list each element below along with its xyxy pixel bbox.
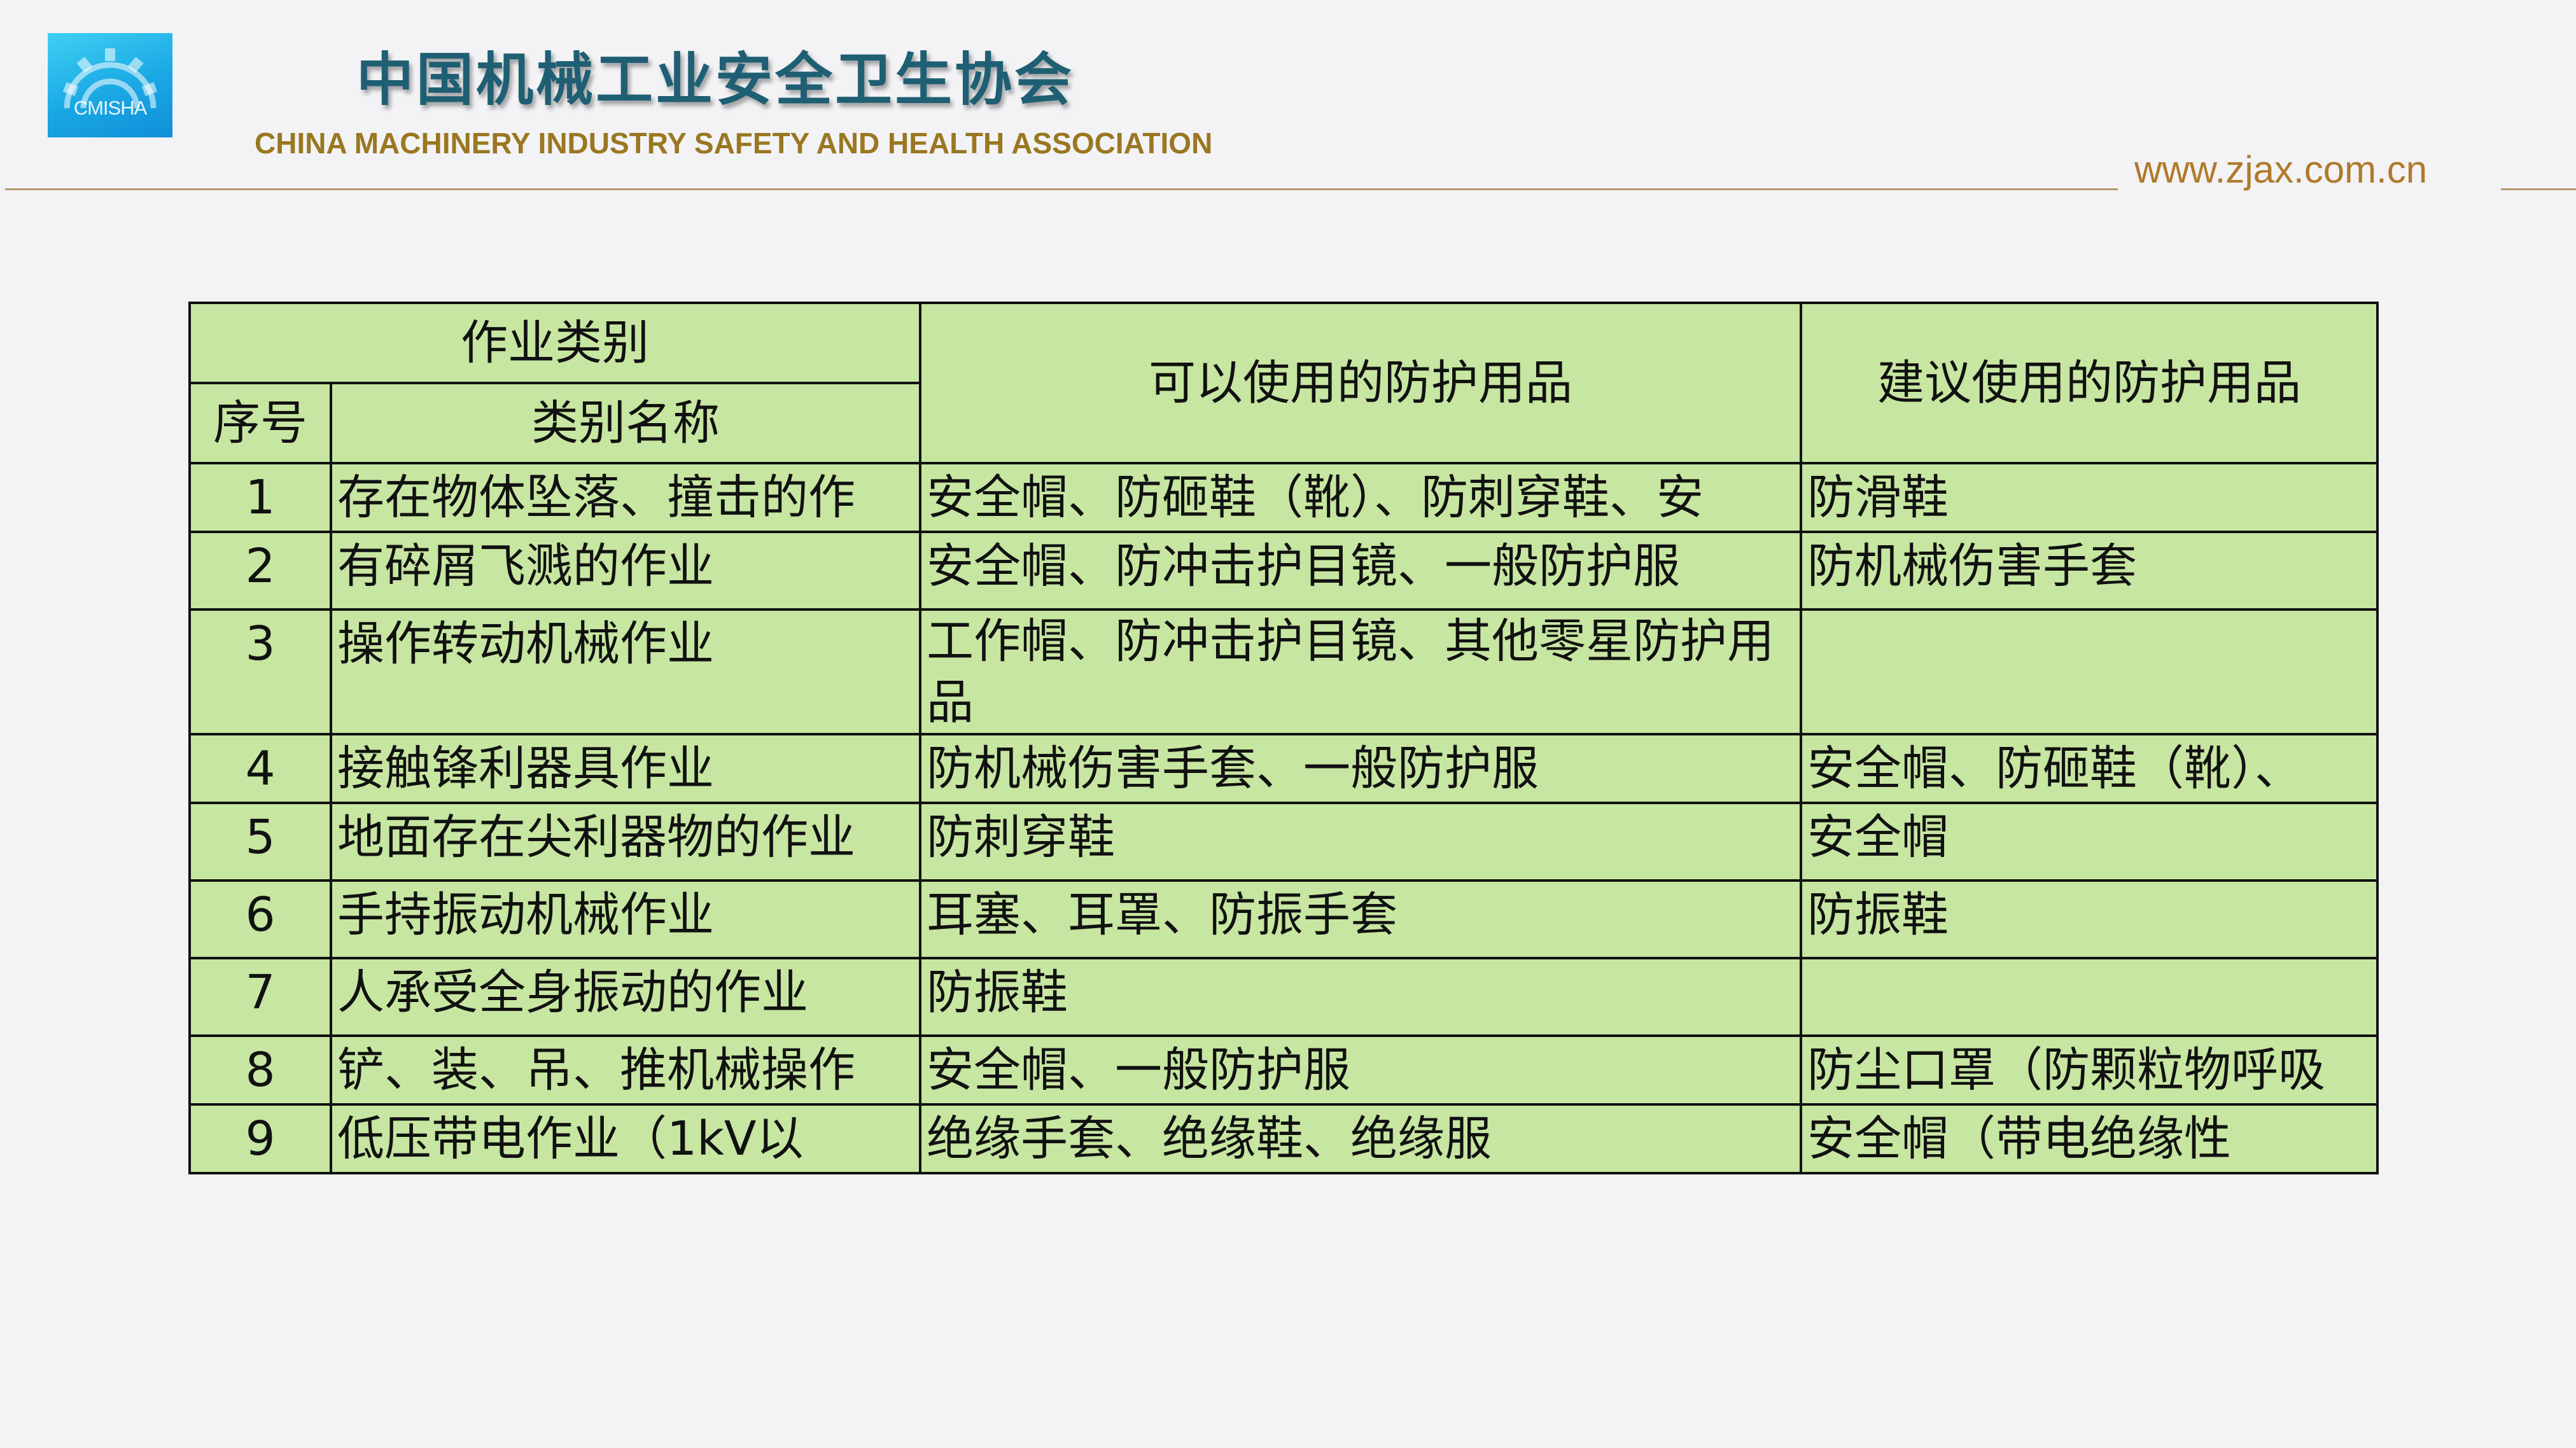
- row-number: 8: [188, 1034, 332, 1106]
- row-number: 9: [188, 1103, 332, 1174]
- row-category-name: 地面存在尖利器物的作业: [330, 802, 921, 882]
- row-category-name: 铲、装、吊、推机械操作: [330, 1034, 921, 1106]
- row-number: 3: [188, 608, 332, 735]
- row-suggested-ppe: 防振鞋: [1800, 879, 2379, 959]
- row-suggested-ppe: 安全帽: [1800, 802, 2379, 882]
- table-row: 9 低压带电作业（1kV以 绝缘手套、绝缘鞋、绝缘服 安全帽（带电绝缘性: [188, 1103, 2379, 1174]
- row-number: 1: [188, 462, 332, 533]
- ppe-table: 作业类别 可以使用的防护用品 建议使用的防护用品 序号 类别名称 1 存在物体坠…: [188, 302, 2379, 1174]
- association-title-chinese: 中国机械工业安全卫生协会: [356, 46, 1074, 113]
- row-suggested-ppe: 安全帽、防砸鞋（靴）、: [1800, 733, 2379, 804]
- row-number: 7: [188, 957, 332, 1037]
- header-work-category: 作业类别: [188, 302, 921, 384]
- row-suggested-ppe: 防机械伤害手套: [1800, 531, 2379, 611]
- row-category-name: 存在物体坠落、撞击的作: [330, 462, 921, 533]
- logo-text: CMISHA: [73, 97, 148, 119]
- row-usable-ppe: 绝缘手套、绝缘鞋、绝缘服: [919, 1103, 1802, 1174]
- row-category-name: 操作转动机械作业: [330, 608, 921, 735]
- row-usable-ppe: 工作帽、防冲击护目镜、其他零星防护用品: [919, 608, 1802, 735]
- association-logo: CMISHA: [48, 33, 172, 137]
- table-row: 1 存在物体坠落、撞击的作 安全帽、防砸鞋（靴）、防刺穿鞋、安 防滑鞋: [188, 462, 2379, 533]
- table-row: 6 手持振动机械作业 耳塞、耳罩、防振手套 防振鞋: [188, 879, 2379, 959]
- row-usable-ppe: 防振鞋: [919, 957, 1802, 1037]
- row-usable-ppe: 防刺穿鞋: [919, 802, 1802, 882]
- website-url: www.zjax.com.cn: [2134, 148, 2428, 191]
- row-category-name: 人承受全身振动的作业: [330, 957, 921, 1037]
- row-number: 2: [188, 531, 332, 611]
- row-suggested-ppe: [1800, 608, 2379, 735]
- row-suggested-ppe: 安全帽（带电绝缘性: [1800, 1103, 2379, 1174]
- row-number: 4: [188, 733, 332, 804]
- header-usable-ppe: 可以使用的防护用品: [919, 302, 1802, 464]
- row-category-name: 接触锋利器具作业: [330, 733, 921, 804]
- row-suggested-ppe: 防滑鞋: [1800, 462, 2379, 533]
- row-suggested-ppe: 防尘口罩（防颗粒物呼吸: [1800, 1034, 2379, 1106]
- table-row: 3 操作转动机械作业 工作帽、防冲击护目镜、其他零星防护用品: [188, 608, 2379, 735]
- association-title-english: CHINA MACHINERY INDUSTRY SAFETY AND HEAL…: [255, 127, 1213, 160]
- row-suggested-ppe: [1800, 957, 2379, 1037]
- header-number: 序号: [188, 382, 332, 464]
- header-suggested-ppe: 建议使用的防护用品: [1800, 302, 2379, 464]
- row-number: 5: [188, 802, 332, 882]
- header-category-name: 类别名称: [330, 382, 921, 464]
- row-category-name: 有碎屑飞溅的作业: [330, 531, 921, 611]
- table-row: 7 人承受全身振动的作业 防振鞋: [188, 957, 2379, 1037]
- table-header-row: 作业类别 可以使用的防护用品 建议使用的防护用品: [188, 302, 2379, 464]
- gear-logo-icon: [62, 48, 158, 109]
- header-divider-left: [5, 188, 2118, 190]
- row-usable-ppe: 安全帽、一般防护服: [919, 1034, 1802, 1106]
- row-usable-ppe: 耳塞、耳罩、防振手套: [919, 879, 1802, 959]
- row-number: 6: [188, 879, 332, 959]
- row-usable-ppe: 防机械伤害手套、一般防护服: [919, 733, 1802, 804]
- table-row: 5 地面存在尖利器物的作业 防刺穿鞋 安全帽: [188, 802, 2379, 882]
- row-category-name: 低压带电作业（1kV以: [330, 1103, 921, 1174]
- table-row: 8 铲、装、吊、推机械操作 安全帽、一般防护服 防尘口罩（防颗粒物呼吸: [188, 1034, 2379, 1106]
- table-row: 4 接触锋利器具作业 防机械伤害手套、一般防护服 安全帽、防砸鞋（靴）、: [188, 733, 2379, 804]
- table-row: 2 有碎屑飞溅的作业 安全帽、防冲击护目镜、一般防护服 防机械伤害手套: [188, 531, 2379, 611]
- row-usable-ppe: 安全帽、防砸鞋（靴）、防刺穿鞋、安: [919, 462, 1802, 533]
- row-usable-ppe: 安全帽、防冲击护目镜、一般防护服: [919, 531, 1802, 611]
- row-category-name: 手持振动机械作业: [330, 879, 921, 959]
- header-divider-right: [2501, 188, 2576, 190]
